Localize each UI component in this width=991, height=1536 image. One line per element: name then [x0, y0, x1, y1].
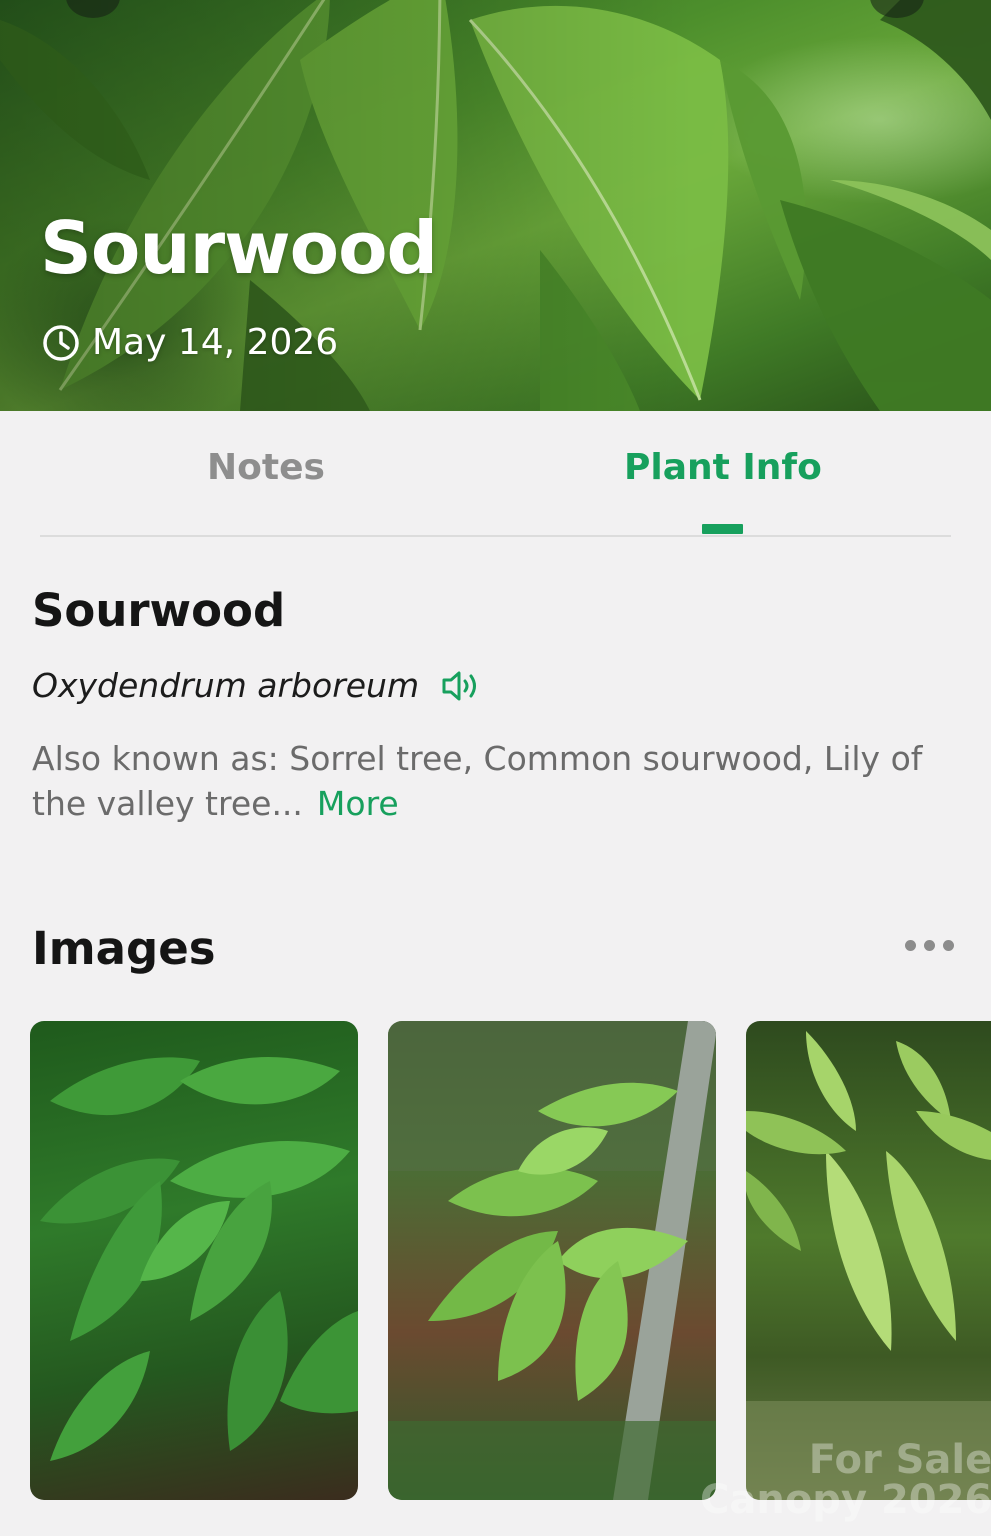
hero-date-text: May 14, 2026: [92, 322, 339, 363]
plant-image-thumbnail-3[interactable]: [746, 1021, 991, 1500]
hero-banner: Sourwood May 14, 2026: [0, 0, 991, 411]
scientific-name-row: Oxydendrum arboreum: [32, 666, 481, 705]
hero-date: May 14, 2026: [42, 322, 338, 363]
plant-image-thumbnail-1[interactable]: [30, 1021, 358, 1500]
watermark-line-2: Canopy 2026: [700, 1477, 991, 1523]
plant-scientific-name: Oxydendrum arboreum: [32, 666, 420, 705]
hero-title: Sourwood: [40, 206, 438, 290]
tab-bar: Notes Plant Info: [0, 411, 991, 537]
clock-icon: [43, 324, 79, 361]
watermark-line-1: For Sale: [808, 1437, 991, 1483]
tab-notes[interactable]: Notes: [207, 447, 325, 488]
more-link[interactable]: More: [317, 784, 399, 823]
also-known-as-text: Also known as: Sorrel tree, Common sourw…: [32, 739, 923, 823]
tabs-divider: [40, 535, 951, 537]
images-section-title: Images: [32, 922, 216, 975]
plant-image-thumbnail-2[interactable]: [388, 1021, 716, 1500]
tab-plant-info[interactable]: Plant Info: [624, 447, 822, 488]
thumbnail-3-leaves: [746, 1031, 991, 1500]
active-tab-indicator: [702, 524, 743, 534]
more-dots-icon[interactable]: [900, 936, 960, 956]
plant-common-name: Sourwood: [32, 584, 286, 637]
thumbnail-2-leaves: [388, 1021, 716, 1500]
speaker-icon[interactable]: [441, 669, 481, 703]
also-known-as: Also known as: Sorrel tree, Common sourw…: [32, 736, 962, 826]
listing-watermark: For Sale Canopy 2026: [700, 1440, 991, 1520]
thumbnail-1-leaves: [40, 1057, 358, 1461]
